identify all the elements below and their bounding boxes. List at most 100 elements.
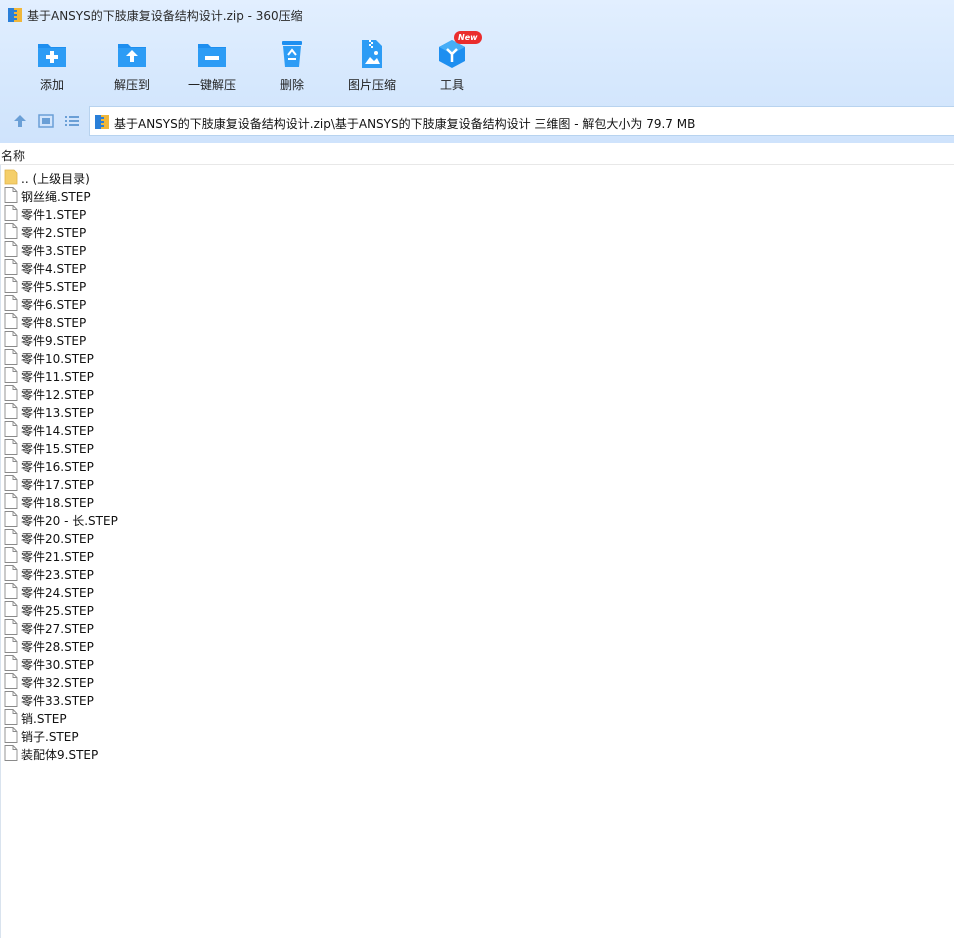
list-view-icon[interactable]: [63, 112, 81, 130]
file-name: 零件15.STEP: [21, 442, 94, 456]
file-name: 零件10.STEP: [21, 352, 94, 366]
file-row[interactable]: 零件6.STEP: [2, 294, 402, 312]
folder-icon: [4, 169, 18, 185]
file-icon: [4, 475, 18, 491]
file-name: 零件6.STEP: [21, 298, 87, 312]
file-row[interactable]: 销.STEP: [2, 708, 402, 726]
thumbnail-view-icon[interactable]: [37, 112, 55, 130]
file-icon: [4, 277, 18, 293]
file-row[interactable]: 零件14.STEP: [2, 420, 402, 438]
file-icon: [4, 295, 18, 311]
app-window: 基于ANSYS的下肢康复设备结构设计.zip - 360压缩 添加 解压到 一键…: [0, 0, 954, 938]
file-name: 零件14.STEP: [21, 424, 94, 438]
file-row[interactable]: 钢丝绳.STEP: [2, 186, 402, 204]
navigation-row: 基于ANSYS的下肢康复设备结构设计.zip\基于ANSYS的下肢康复设备结构设…: [0, 104, 954, 138]
file-row[interactable]: 零件10.STEP: [2, 348, 402, 366]
file-row[interactable]: 零件25.STEP: [2, 600, 402, 618]
file-icon: [4, 673, 18, 689]
file-name: 销.STEP: [21, 712, 67, 726]
one-click-extract-icon: [198, 44, 226, 67]
extract-to-icon: [118, 44, 146, 67]
file-icon: [4, 529, 18, 545]
file-icon: [4, 547, 18, 563]
file-icon: [4, 709, 18, 725]
file-row[interactable]: 零件18.STEP: [2, 492, 402, 510]
file-icon: [4, 385, 18, 401]
name-column-header[interactable]: 名称: [1, 147, 25, 164]
parent-directory-row[interactable]: .. (上级目录): [2, 168, 402, 186]
file-row[interactable]: 零件17.STEP: [2, 474, 402, 492]
file-row[interactable]: 零件30.STEP: [2, 654, 402, 672]
window-title: 基于ANSYS的下肢康复设备结构设计.zip - 360压缩: [27, 9, 303, 23]
file-row[interactable]: 零件23.STEP: [2, 564, 402, 582]
image-compress-icon: [362, 40, 382, 68]
file-name: 零件28.STEP: [21, 640, 94, 654]
file-name: 零件17.STEP: [21, 478, 94, 492]
image-compress-button[interactable]: 图片压缩: [332, 38, 412, 96]
file-icon: [4, 187, 18, 203]
file-row[interactable]: 零件11.STEP: [2, 366, 402, 384]
file-icon: [4, 349, 18, 365]
one-click-extract-label: 一键解压: [187, 78, 236, 92]
file-row[interactable]: 零件20.STEP: [2, 528, 402, 546]
extract-to-label: 解压到: [113, 78, 150, 92]
file-row[interactable]: 零件5.STEP: [2, 276, 402, 294]
file-icon: [4, 745, 18, 761]
file-icon: [4, 223, 18, 239]
file-row[interactable]: 装配体9.STEP: [2, 744, 402, 762]
file-name: 零件20 - 长.STEP: [21, 514, 118, 528]
file-row[interactable]: 零件4.STEP: [2, 258, 402, 276]
file-icon: [4, 565, 18, 581]
file-row[interactable]: 销子.STEP: [2, 726, 402, 744]
file-icon: [4, 619, 18, 635]
address-path: 基于ANSYS的下肢康复设备结构设计.zip\基于ANSYS的下肢康复设备结构设…: [114, 117, 696, 131]
file-icon: [4, 331, 18, 347]
file-icon: [4, 493, 18, 509]
file-row[interactable]: 零件16.STEP: [2, 456, 402, 474]
parent-directory-label: .. (上级目录): [21, 172, 90, 186]
file-row[interactable]: 零件1.STEP: [2, 204, 402, 222]
new-badge: New: [454, 31, 482, 44]
file-name: 零件11.STEP: [21, 370, 94, 384]
address-bar[interactable]: 基于ANSYS的下肢康复设备结构设计.zip\基于ANSYS的下肢康复设备结构设…: [89, 106, 954, 136]
add-folder-icon: [38, 44, 66, 67]
tools-label: 工具: [439, 78, 464, 92]
file-icon: [4, 241, 18, 257]
file-name: 销子.STEP: [21, 730, 79, 744]
file-name: 零件2.STEP: [21, 226, 87, 240]
file-row[interactable]: 零件32.STEP: [2, 672, 402, 690]
file-name: 零件8.STEP: [21, 316, 87, 330]
file-row[interactable]: 零件28.STEP: [2, 636, 402, 654]
file-name: 零件27.STEP: [21, 622, 94, 636]
file-name: 零件30.STEP: [21, 658, 94, 672]
file-icon: [4, 511, 18, 527]
file-row[interactable]: 零件27.STEP: [2, 618, 402, 636]
extract-to-button[interactable]: 解压到: [92, 38, 172, 96]
file-row[interactable]: 零件9.STEP: [2, 330, 402, 348]
up-arrow-icon[interactable]: [11, 112, 29, 130]
file-row[interactable]: 零件8.STEP: [2, 312, 402, 330]
file-row[interactable]: 零件21.STEP: [2, 546, 402, 564]
file-name: 零件33.STEP: [21, 694, 94, 708]
tools-button[interactable]: New 工具: [412, 31, 492, 96]
file-row[interactable]: 零件15.STEP: [2, 438, 402, 456]
delete-button[interactable]: 删除: [252, 38, 332, 96]
file-icon: [4, 313, 18, 329]
add-button[interactable]: 添加: [12, 38, 92, 96]
file-row[interactable]: 零件33.STEP: [2, 690, 402, 708]
file-row[interactable]: 零件12.STEP: [2, 384, 402, 402]
app-logo-icon: [8, 8, 22, 22]
file-row[interactable]: 零件13.STEP: [2, 402, 402, 420]
file-row[interactable]: 零件24.STEP: [2, 582, 402, 600]
file-row[interactable]: 零件3.STEP: [2, 240, 402, 258]
one-click-extract-button[interactable]: 一键解压: [172, 38, 252, 96]
file-row[interactable]: 零件2.STEP: [2, 222, 402, 240]
file-name: 零件25.STEP: [21, 604, 94, 618]
file-icon: [4, 439, 18, 455]
file-icon: [4, 727, 18, 743]
title-bar: 基于ANSYS的下肢康复设备结构设计.zip - 360压缩: [0, 0, 954, 30]
column-header: 名称: [0, 143, 954, 165]
file-row[interactable]: 零件20 - 长.STEP: [2, 510, 402, 528]
file-icon: [4, 421, 18, 437]
toolbar: 添加 解压到 一键解压 删除 图片压缩 New 工具: [12, 31, 952, 98]
